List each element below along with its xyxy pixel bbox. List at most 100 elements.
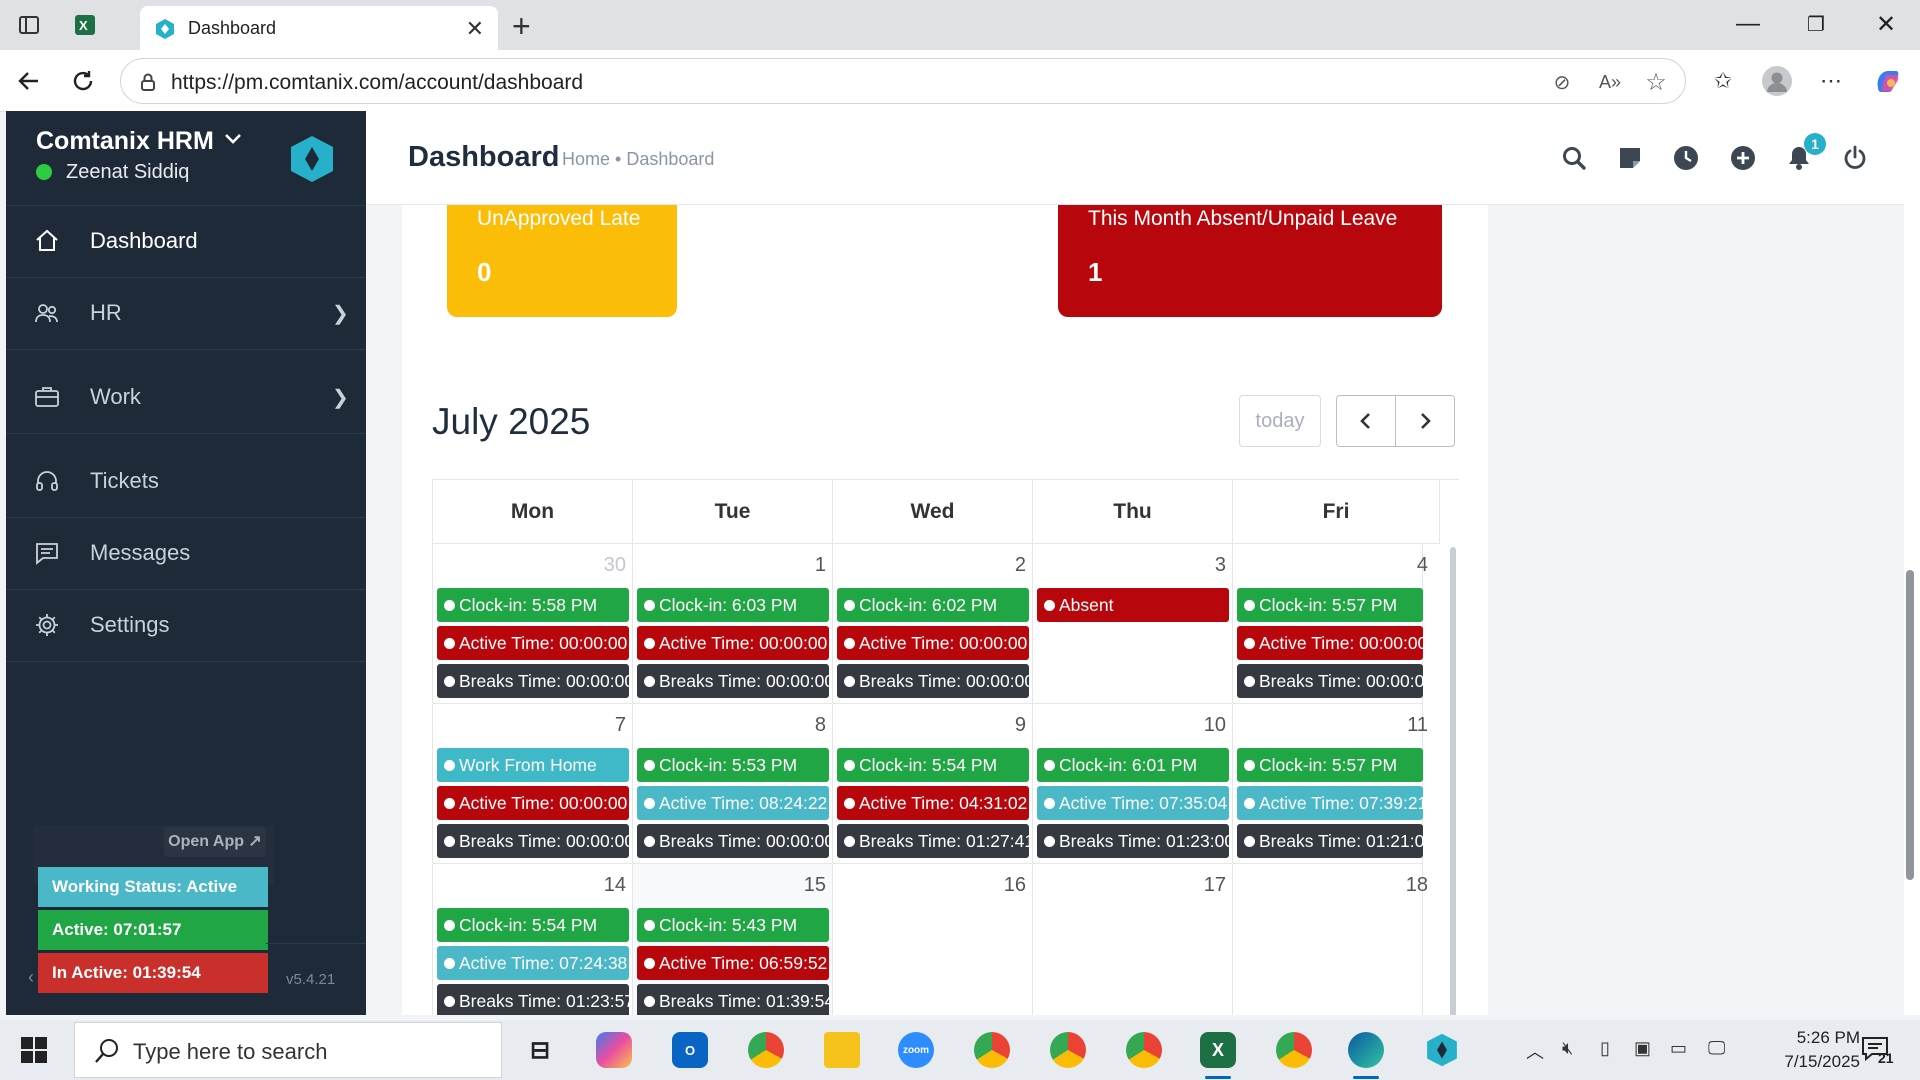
calendar-day-cell[interactable]: 4 Clock-in: 5:57 PM Active Time: 00:00:00 B… [1233, 544, 1428, 704]
favorites-icon[interactable]: ✩ [1706, 64, 1740, 98]
calendar-event[interactable]: Breaks Time: 01:21:00 [1237, 824, 1423, 858]
sidebar-item-tickets[interactable]: Tickets [6, 451, 366, 511]
device-icon[interactable]: ▯ [1600, 1038, 1610, 1059]
calendar-event[interactable]: Active Time: 00:00:00 [837, 626, 1029, 660]
calendar-event[interactable]: Breaks Time: 01:27:41 [837, 824, 1029, 858]
read-aloud-icon[interactable]: A» [1597, 69, 1623, 95]
calendar-event[interactable]: Active Time: 06:59:52 [637, 946, 829, 980]
calendar-event[interactable]: Active Time: 00:00:00 [637, 626, 829, 660]
calendar-event[interactable]: Breaks Time: 00:00:00 [437, 664, 629, 698]
search-icon[interactable] [1559, 143, 1589, 173]
copilot-icon[interactable] [1870, 64, 1904, 98]
calendar-day-cell[interactable]: 10 Clock-in: 6:01 PM Active Time: 07:35:04… [1033, 704, 1233, 864]
calendar-event[interactable]: Breaks Time: 00:00:00 [637, 824, 829, 858]
chrome-profile-3-icon[interactable] [1126, 1032, 1162, 1068]
calendar-event[interactable]: Breaks Time: 01:23:00 [1037, 824, 1229, 858]
calendar-event[interactable]: Clock-in: 6:01 PM [1037, 748, 1229, 782]
chrome-profile-2-icon[interactable] [1050, 1032, 1086, 1068]
page-scrollbar[interactable] [1906, 570, 1914, 880]
tracking-prevention-icon[interactable]: ⊘ [1549, 69, 1575, 95]
windows-start-icon[interactable] [20, 1036, 48, 1064]
calendar-event[interactable]: Clock-in: 5:57 PM [1237, 588, 1423, 622]
close-window-icon[interactable]: ✕ [1866, 10, 1906, 39]
day-number[interactable]: 18 [1406, 874, 1428, 897]
calendar-day-cell[interactable]: 9 Clock-in: 5:54 PM Active Time: 04:31:02 B… [833, 704, 1033, 864]
calendar-event[interactable]: Clock-in: 5:54 PM [437, 908, 629, 942]
back-icon[interactable] [12, 64, 46, 98]
calendar-event[interactable]: Work From Home [437, 748, 629, 782]
sidebar-item-work[interactable]: Work ❯ [6, 367, 366, 427]
calendar-event[interactable]: Breaks Time: 00:00:00 [637, 664, 829, 698]
day-number[interactable]: 30 [604, 554, 626, 577]
file-explorer-icon[interactable] [824, 1032, 860, 1068]
sidebar-item-dashboard[interactable]: Dashboard [6, 211, 366, 271]
add-circle-icon[interactable] [1728, 143, 1758, 173]
calendar-event[interactable]: Clock-in: 5:58 PM [437, 588, 629, 622]
excel-tab-icon[interactable]: X [72, 12, 98, 38]
sticky-note-icon[interactable] [1615, 143, 1645, 173]
edge-icon[interactable] [1348, 1032, 1384, 1068]
calendar-event[interactable]: Active Time: 07:35:04 [1037, 786, 1229, 820]
close-tab-icon[interactable]: ✕ [466, 16, 484, 42]
comtanix-app-icon[interactable] [1424, 1032, 1460, 1068]
chrome-icon[interactable] [974, 1032, 1010, 1068]
calendar-day-cell[interactable]: 17 [1033, 864, 1233, 1015]
clock-icon[interactable] [1671, 143, 1701, 173]
day-number[interactable]: 16 [1004, 874, 1026, 897]
comtanix-logo-icon[interactable] [288, 135, 336, 183]
prev-month-button[interactable] [1336, 395, 1396, 447]
task-view-icon[interactable]: ⊟ [522, 1032, 558, 1068]
taskbar-clock[interactable]: 5:26 PM 7/15/2025 [1740, 1026, 1860, 1074]
day-number[interactable]: 7 [615, 714, 626, 737]
calendar-event[interactable]: Breaks Time: 01:39:54 [637, 984, 829, 1015]
calendar-event[interactable]: Clock-in: 5:54 PM [837, 748, 1029, 782]
day-number[interactable]: 11 [1407, 714, 1428, 737]
profile-avatar[interactable] [1760, 64, 1794, 98]
calendar-day-cell[interactable]: 8 Clock-in: 5:53 PM Active Time: 08:24:22 B… [633, 704, 833, 864]
calendar-day-cell[interactable]: 1 Clock-in: 6:03 PM Active Time: 00:00:00 B… [633, 544, 833, 704]
network-icon[interactable]: 🖵︎ [1708, 1038, 1725, 1059]
volume-muted-icon[interactable]: 🔇︎ [1562, 1038, 1573, 1059]
restore-icon[interactable]: ❐ [1796, 12, 1836, 37]
unapproved-late-card[interactable]: UnApproved Late 0 [447, 205, 677, 317]
calendar-event[interactable]: Active Time: 07:24:38 [437, 946, 629, 980]
day-number[interactable]: 2 [1015, 554, 1026, 577]
calendar-day-cell[interactable]: 18 [1233, 864, 1428, 1015]
calendar-event[interactable]: Clock-in: 5:57 PM [1237, 748, 1423, 782]
excel-icon[interactable]: X [1200, 1032, 1236, 1068]
chrome-profile-z-icon[interactable] [1276, 1032, 1312, 1068]
tab-actions-icon[interactable] [16, 12, 42, 38]
calendar-event[interactable]: Active Time: 00:00:00 [437, 786, 629, 820]
day-number[interactable]: 1 [815, 554, 826, 577]
chrome-profile-icon[interactable] [748, 1032, 784, 1068]
calendar-event[interactable]: Absent [1037, 588, 1229, 622]
minimize-icon[interactable]: — [1728, 10, 1768, 38]
chevron-down-icon[interactable] [224, 133, 242, 145]
day-number[interactable]: 4 [1417, 554, 1428, 577]
calendar-event[interactable]: Active Time: 07:39:21 [1237, 786, 1423, 820]
calendar-event[interactable]: Active Time: 00:00:00 [1237, 626, 1423, 660]
sidebar-item-settings[interactable]: Settings [6, 595, 366, 655]
outlook-icon[interactable]: O [672, 1032, 708, 1068]
open-app-button[interactable]: Open App ↗ [164, 827, 266, 857]
battery-icon[interactable]: ▭ [1670, 1038, 1687, 1059]
calendar-event[interactable]: Breaks Time: 00:00:00 [1237, 664, 1423, 698]
calendar-event[interactable]: Active Time: 04:31:02 [837, 786, 1029, 820]
new-tab-icon[interactable]: + [512, 8, 531, 45]
breadcrumb-home[interactable]: Home [562, 149, 610, 169]
calendar-event[interactable]: Clock-in: 6:03 PM [637, 588, 829, 622]
sidebar-item-messages[interactable]: Messages [6, 523, 366, 583]
calendar-event[interactable]: Active Time: 08:24:22 [637, 786, 829, 820]
day-number[interactable]: 10 [1204, 714, 1226, 737]
copilot-taskbar-icon[interactable] [596, 1032, 632, 1068]
notification-center-icon[interactable]: 21 [1858, 1032, 1902, 1072]
refresh-icon[interactable] [66, 64, 100, 98]
calendar-day-cell[interactable]: 2 Clock-in: 6:02 PM Active Time: 00:00:00 B… [833, 544, 1033, 704]
url-field[interactable]: https://pm.comtanix.com/account/dashboar… [120, 58, 1686, 104]
calendar-event[interactable]: Breaks Time: 01:23:57 [437, 984, 629, 1015]
next-month-button[interactable] [1395, 395, 1455, 447]
zoom-icon[interactable]: zoom [898, 1032, 934, 1068]
power-icon[interactable] [1840, 143, 1870, 173]
day-number[interactable]: 9 [1015, 714, 1026, 737]
calendar-day-cell[interactable]: 16 [833, 864, 1033, 1015]
